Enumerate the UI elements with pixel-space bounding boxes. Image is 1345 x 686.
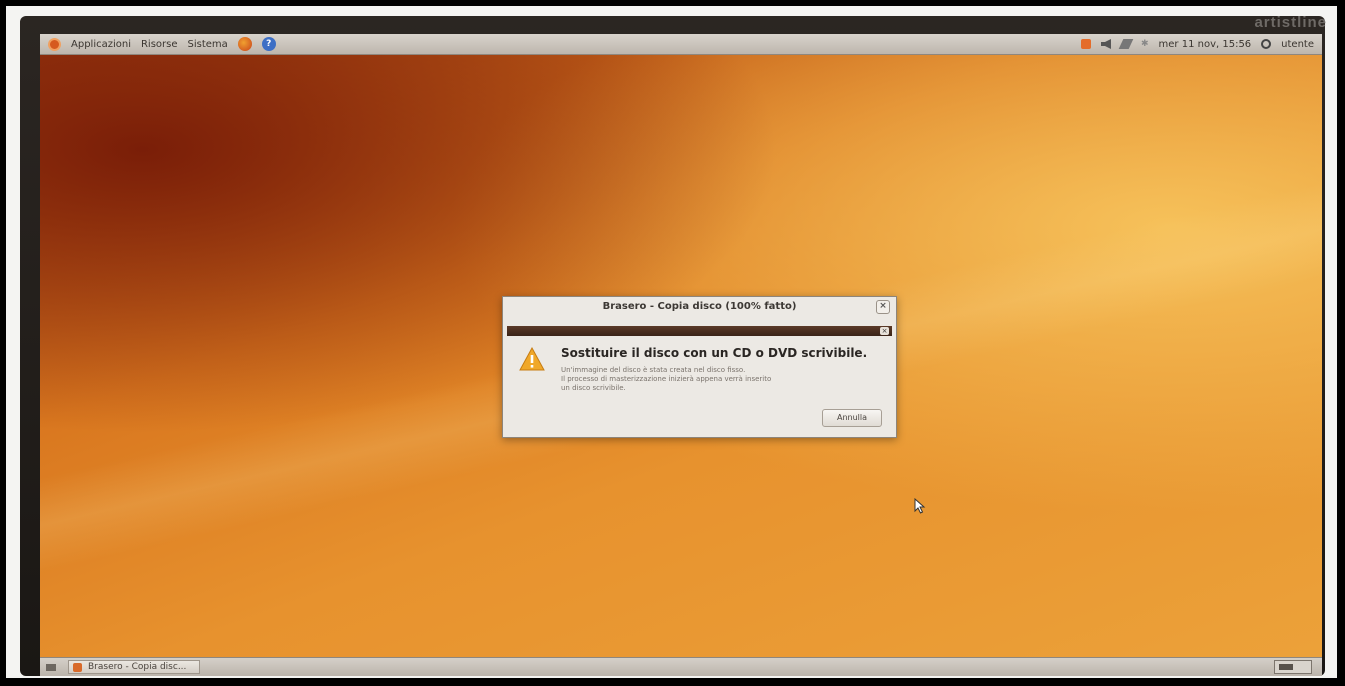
warning-icon — [519, 347, 545, 371]
dialog-titlebar[interactable]: Brasero - Copia disco (100% fatto) × — [503, 297, 896, 315]
message-line: un disco scrivibile. — [561, 384, 626, 392]
desktop-screen: Applicazioni Risorse Sistema ? ✱ mer 11 … — [40, 34, 1322, 676]
bottom-panel: Brasero - Copia disc... — [40, 657, 1322, 676]
power-icon[interactable] — [1261, 39, 1272, 49]
message-line: Il processo di masterizzazione inizierà … — [561, 375, 772, 383]
brasero-app-icon — [73, 662, 82, 672]
user-menu[interactable]: utente — [1281, 39, 1314, 50]
top-panel: Applicazioni Risorse Sistema ? ✱ mer 11 … — [40, 34, 1322, 55]
help-icon[interactable]: ? — [261, 37, 276, 51]
message-line: Un'immagine del disco è stata creata nel… — [561, 366, 746, 374]
taskbar-item-brasero[interactable]: Brasero - Copia disc... — [68, 660, 200, 674]
dialog-heading: Sostituire il disco con un CD o DVD scri… — [561, 346, 868, 360]
cancel-button[interactable]: Annulla — [822, 409, 882, 427]
mouse-pointer-icon — [914, 498, 926, 514]
dialog-message: Un'immagine del disco è stata creata nel… — [561, 366, 881, 393]
menu-applications[interactable]: Applicazioni — [71, 39, 131, 50]
bluetooth-icon[interactable]: ✱ — [1141, 39, 1149, 49]
update-notifier-icon[interactable] — [1080, 39, 1091, 49]
monitor-brand-label: artistline — [1254, 14, 1327, 31]
ubuntu-logo-icon[interactable] — [48, 37, 61, 51]
taskbar-item-label: Brasero - Copia disc... — [88, 662, 187, 672]
workspace-switcher[interactable] — [1274, 660, 1312, 674]
menu-places[interactable]: Risorse — [141, 39, 178, 50]
brasero-dialog: Brasero - Copia disco (100% fatto) × × S… — [502, 296, 897, 438]
main-menu: Applicazioni Risorse Sistema ? — [40, 37, 276, 51]
dialog-close-button[interactable]: × — [876, 300, 890, 314]
menu-system[interactable]: Sistema — [188, 39, 228, 50]
firefox-icon[interactable] — [237, 37, 252, 51]
show-desktop-icon[interactable] — [46, 663, 56, 671]
clock[interactable]: mer 11 nov, 15:56 — [1159, 39, 1252, 50]
volume-icon[interactable] — [1100, 39, 1111, 49]
message-header-bar: × — [507, 326, 892, 336]
photo-frame: artistline Applicazioni Risorse Sistema … — [6, 6, 1337, 678]
message-close-button[interactable]: × — [880, 327, 889, 335]
system-tray: ✱ mer 11 nov, 15:56 utente — [1080, 39, 1322, 50]
dialog-title: Brasero - Copia disco (100% fatto) — [602, 300, 797, 312]
network-icon[interactable] — [1118, 39, 1134, 49]
